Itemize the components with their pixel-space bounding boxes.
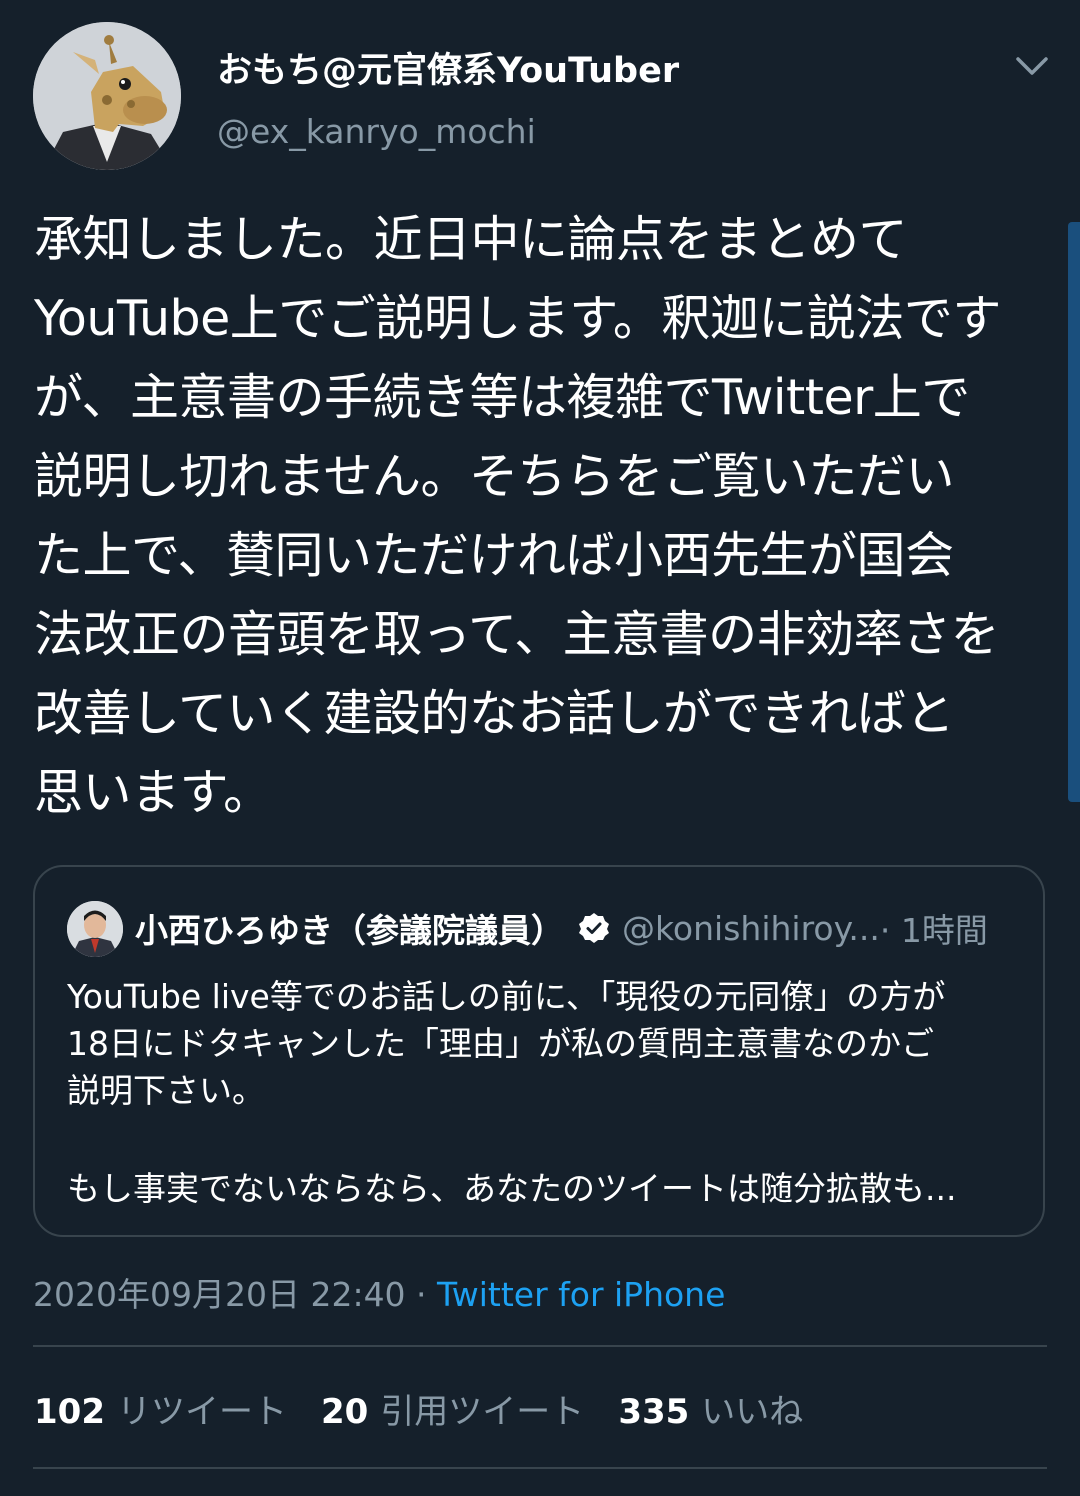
- author-handle[interactable]: @ex_kanryo_mochi: [217, 112, 536, 151]
- like-count: 335: [618, 1392, 690, 1432]
- tweet-meta: 2020年09月20日 22:40 · Twitter for iPhone: [33, 1268, 725, 1316]
- quoted-author-handle: @konishihiroy...: [622, 908, 880, 948]
- retweet-count: 102: [34, 1392, 105, 1432]
- quoted-tweet-text: YouTube live等でのお話しの前に、「現役の元同僚」の方が 18日にドタ…: [67, 977, 946, 1110]
- quote-count: 20: [320, 1392, 369, 1432]
- quoted-author-name: 小西ひろゆき（参議院議員）: [135, 911, 564, 950]
- tweet-stats: 102 リツイート 20 引用ツイート 335 いいね: [34, 1384, 837, 1433]
- retweets-stat[interactable]: 102 リツイート: [34, 1384, 287, 1433]
- like-label: いいね: [701, 1392, 804, 1432]
- tweet-timestamp[interactable]: 2020年09月20日 22:40: [33, 1275, 406, 1314]
- quoted-tweet-card[interactable]: 小西ひろゆき（参議院議員） @konishihiroy... · 1時間 You…: [33, 865, 1045, 1237]
- retweet-label: リツイート: [116, 1392, 287, 1432]
- chevron-down-icon[interactable]: [1012, 46, 1052, 86]
- likes-stat[interactable]: 335 いいね: [618, 1384, 803, 1433]
- tweet-text: 承知しました。近日中に論点をまとめて YouTube上でご説明します。釈迦に説法…: [34, 211, 1001, 821]
- author-avatar[interactable]: [33, 22, 181, 170]
- divider-top: [33, 1345, 1047, 1347]
- quoted-tweet-text-continued: もし事実でないならなら、あなたのツイートは随分拡散も...: [67, 1169, 957, 1208]
- quoted-author-avatar: [67, 901, 123, 957]
- quote-label: 引用ツイート: [380, 1392, 585, 1432]
- verified-badge-icon: [578, 912, 610, 944]
- scroll-indicator: [1068, 222, 1080, 802]
- quoted-tweet-time: · 1時間: [879, 911, 988, 950]
- meta-separator: ·: [405, 1275, 438, 1314]
- tweet-source-link[interactable]: Twitter for iPhone: [437, 1275, 725, 1314]
- author-display-name[interactable]: おもち@元官僚系YouTuber: [217, 42, 679, 93]
- quote-tweets-stat[interactable]: 20 引用ツイート: [321, 1384, 584, 1433]
- divider-bottom: [33, 1467, 1047, 1469]
